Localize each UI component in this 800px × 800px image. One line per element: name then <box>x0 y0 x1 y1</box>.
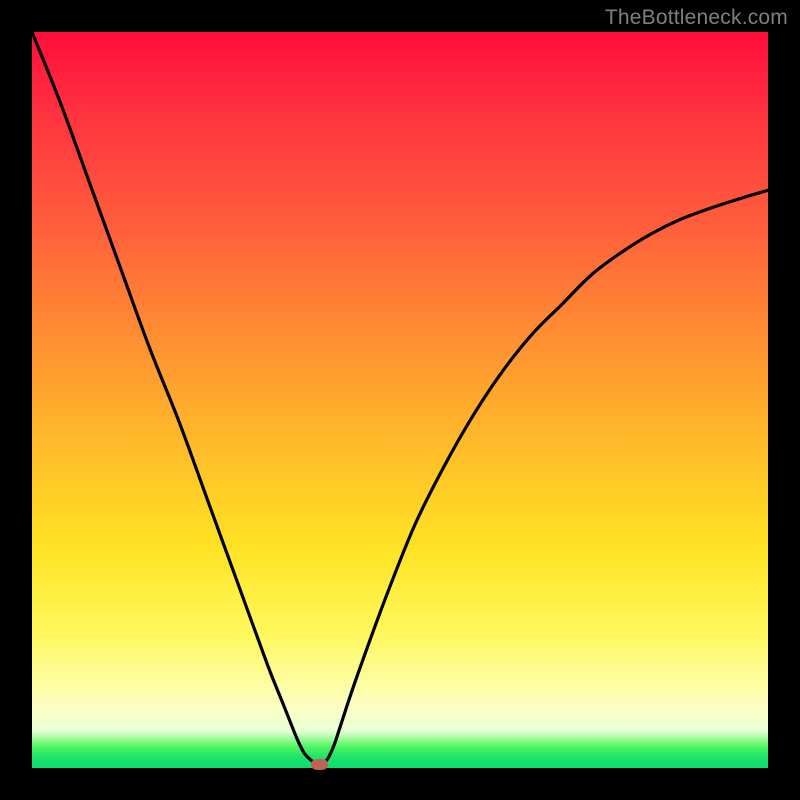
chart-frame: TheBottleneck.com <box>0 0 800 800</box>
plot-area <box>32 32 768 768</box>
bottleneck-curve <box>32 32 768 768</box>
watermark-text: TheBottleneck.com <box>605 6 788 30</box>
optimal-point-marker <box>311 759 328 770</box>
